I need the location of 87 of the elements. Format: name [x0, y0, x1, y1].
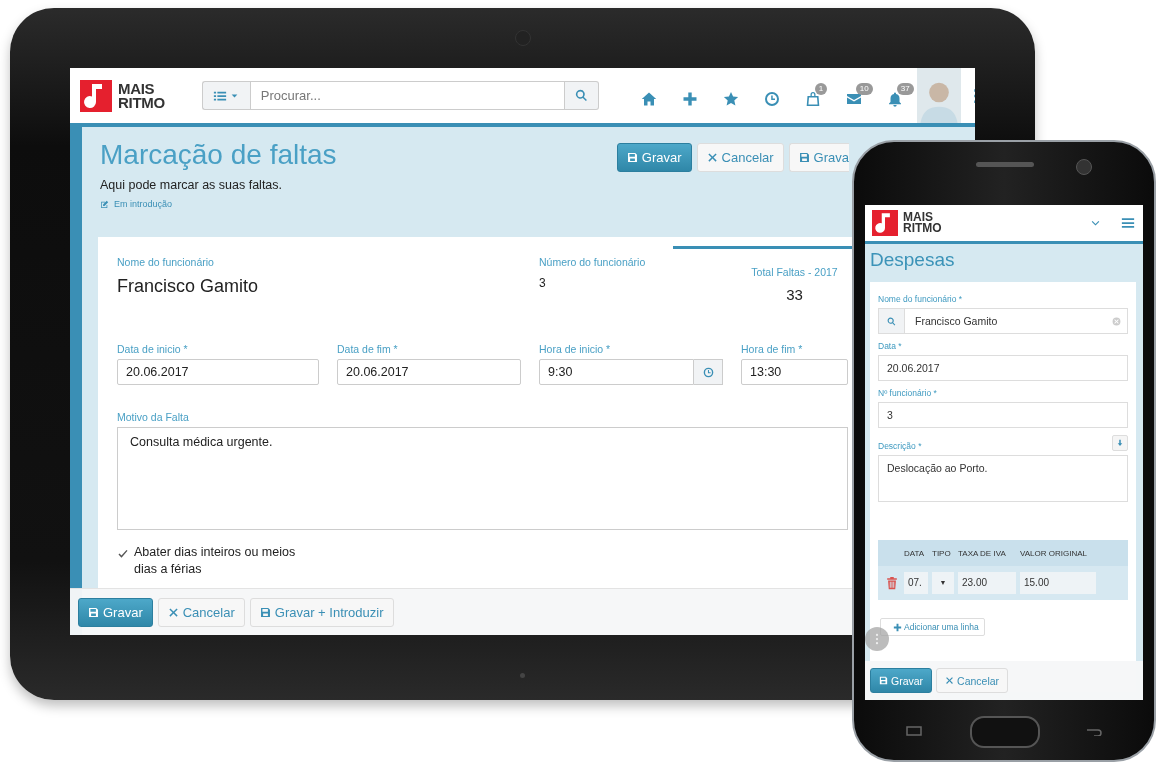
- search-field[interactable]: Procurar...: [249, 81, 565, 110]
- sensor-dot: [520, 673, 525, 678]
- menu-icon[interactable]: [1121, 216, 1135, 230]
- logo-text: MAIS RITMO: [118, 81, 165, 110]
- add-line-button[interactable]: Adicionar uma linha: [880, 618, 985, 636]
- field-label: Data *: [878, 341, 902, 351]
- description-textarea[interactable]: Deslocação ao Porto.: [878, 455, 1128, 502]
- search-icon: [887, 316, 896, 326]
- column-header: TAXA DE IVA: [958, 548, 1007, 558]
- column-header: VALOR ORIGINAL: [1020, 548, 1088, 558]
- field-value: Francisco Gamito: [915, 315, 998, 327]
- employee-number: 3: [539, 276, 547, 290]
- field-label: Motivo da Falta: [117, 411, 189, 423]
- bell-icon[interactable]: [887, 90, 904, 107]
- more-options-button[interactable]: [865, 627, 889, 651]
- page-title: Marcação de faltas: [100, 139, 337, 171]
- cancel-icon: [945, 676, 955, 685]
- text-field[interactable]: 20.06.2017: [878, 355, 1128, 381]
- save-icon: [798, 152, 810, 163]
- date-field[interactable]: 20.06.2017: [117, 359, 319, 385]
- save-icon: [626, 152, 638, 163]
- clock-icon[interactable]: [764, 90, 781, 107]
- caret-icon: [230, 91, 240, 100]
- plus-icon[interactable]: [682, 90, 699, 107]
- date-field[interactable]: 13:30: [741, 359, 848, 385]
- trash-icon[interactable]: [884, 576, 900, 590]
- logo-icon: [80, 79, 112, 112]
- total-label: Total Faltas - 2017: [750, 266, 839, 278]
- search-button[interactable]: [564, 81, 599, 110]
- cancel-icon: [706, 152, 718, 163]
- shopping-bag-icon[interactable]: [805, 90, 822, 107]
- home-button[interactable]: [970, 716, 1040, 748]
- name-field[interactable]: Francisco Gamito: [905, 308, 1128, 334]
- star-icon[interactable]: [723, 90, 740, 107]
- field-label: Nome do funcionário: [117, 256, 215, 268]
- total-value: 33: [785, 286, 804, 303]
- clock-button[interactable]: [694, 359, 723, 385]
- save-icon: [879, 676, 888, 685]
- home-icon[interactable]: [641, 90, 658, 107]
- page-subtitle: Aqui pode marcar as suas faltas.: [100, 178, 284, 192]
- count-badge: 37: [896, 82, 914, 95]
- clock-icon: [702, 366, 714, 378]
- time-field[interactable]: 9:30: [539, 359, 694, 385]
- cancel-button[interactable]: Cancelar: [936, 668, 1009, 693]
- field-label: Data de inicio *: [117, 343, 189, 355]
- count-badge: 1: [814, 82, 828, 95]
- reason-textarea[interactable]: Consulta médica urgente.: [117, 427, 848, 530]
- avatar-placeholder[interactable]: [916, 68, 961, 123]
- field-label: Número do funcionário: [539, 256, 647, 268]
- field-label: Nº funcionário *: [878, 388, 937, 398]
- table-input[interactable]: 15.00: [1020, 572, 1096, 594]
- logo-text: MAIS RITMO: [903, 212, 942, 234]
- save-icon: [259, 606, 271, 618]
- cancel-button[interactable]: Cancelar: [696, 143, 784, 172]
- table-input[interactable]: 07.: [904, 572, 928, 594]
- download-button[interactable]: [1112, 435, 1128, 451]
- table-input[interactable]: 23.00: [958, 572, 1016, 594]
- recent-apps-icon[interactable]: [906, 726, 922, 736]
- field-label: Nome do funcionário *: [878, 294, 963, 304]
- column-header: DATA: [904, 548, 926, 558]
- check-icon[interactable]: [117, 548, 129, 560]
- save-icon: [88, 606, 99, 618]
- employee-name: Francisco Gamito: [117, 276, 260, 297]
- list-dropdown-button[interactable]: [201, 81, 250, 110]
- checkbox-label: Abater dias inteiros ou meios dias a férias: [134, 544, 297, 578]
- cancel-icon: [167, 606, 179, 618]
- column-header: TIPO: [932, 548, 952, 558]
- speaker-grille: [976, 162, 1034, 167]
- search-icon: [574, 89, 588, 102]
- status-text: Em introdução: [114, 199, 173, 209]
- arrow-down-icon: [1116, 439, 1124, 447]
- text-field[interactable]: 3: [878, 402, 1128, 428]
- save-button[interactable]: Gravar + Introduzir: [249, 597, 394, 627]
- field-label: Data de fim *: [337, 343, 399, 355]
- date-field[interactable]: 20.06.2017: [337, 359, 521, 385]
- logo-icon: [872, 210, 898, 236]
- field-label: Hora de inicio *: [539, 343, 612, 355]
- camera-lens: [1076, 159, 1092, 175]
- field-label: Descrição *: [878, 441, 922, 451]
- back-icon[interactable]: [1086, 726, 1102, 736]
- cancel-button[interactable]: Cancelar: [157, 597, 245, 627]
- search-button[interactable]: [878, 308, 905, 334]
- page-title: Despesas: [870, 248, 956, 272]
- field-label: Hora de fim *: [741, 343, 804, 355]
- plus-icon: [893, 622, 902, 632]
- count-badge: 10: [855, 82, 873, 95]
- edit-icon: [100, 199, 109, 209]
